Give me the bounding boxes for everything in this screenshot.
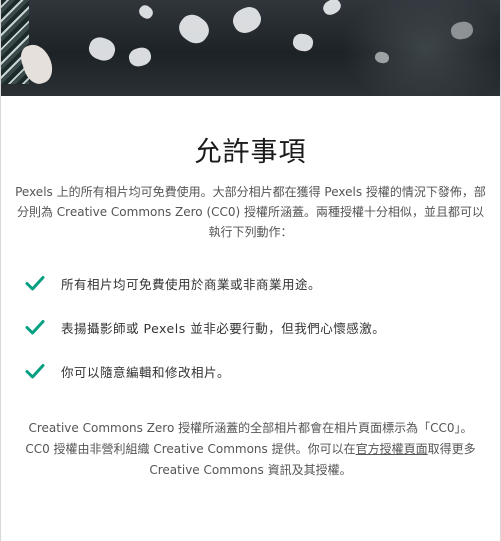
page-title: 允許事項 (194, 137, 307, 168)
feature-list: 所有相片均可免費使用於商業或非商業用途。 表揚攝影師或 Pexels 並非必要行… (1, 272, 500, 382)
hero-petal (136, 2, 156, 22)
hero-petal (174, 9, 214, 49)
hero-petal (127, 45, 153, 69)
intro-paragraph: Pexels 上的所有相片均可免費使用。大部分相片都在獲得 Pexels 授權的… (15, 185, 486, 239)
check-icon (25, 320, 45, 335)
check-icon (25, 364, 45, 379)
feature-item: 你可以隨意編輯和修改相片。 (25, 360, 500, 382)
footer-paragraph: Creative Commons Zero 授權所涵蓋的全部相片都會在相片頁面標… (25, 418, 476, 481)
hero-petal (86, 34, 118, 64)
hero-image (1, 0, 500, 96)
feature-item: 所有相片均可免費使用於商業或非商業用途。 (25, 272, 500, 294)
license-page: 允許事項 Pexels 上的所有相片均可免費使用。大部分相片都在獲得 Pexel… (0, 0, 501, 541)
hero-petal (291, 32, 315, 53)
official-license-link[interactable]: 官方授權頁面 (356, 442, 428, 456)
feature-text: 所有相片均可免費使用於商業或非商業用途。 (61, 276, 322, 292)
check-icon (25, 276, 45, 291)
hero-petal (229, 2, 265, 38)
feature-item: 表揚攝影師或 Pexels 並非必要行動，但我們心懷感激。 (25, 316, 500, 338)
feature-text: 你可以隨意編輯和修改相片。 (61, 364, 231, 380)
hero-petal (320, 0, 344, 18)
feature-text: 表揚攝影師或 Pexels 並非必要行動，但我們心懷感激。 (61, 320, 386, 336)
